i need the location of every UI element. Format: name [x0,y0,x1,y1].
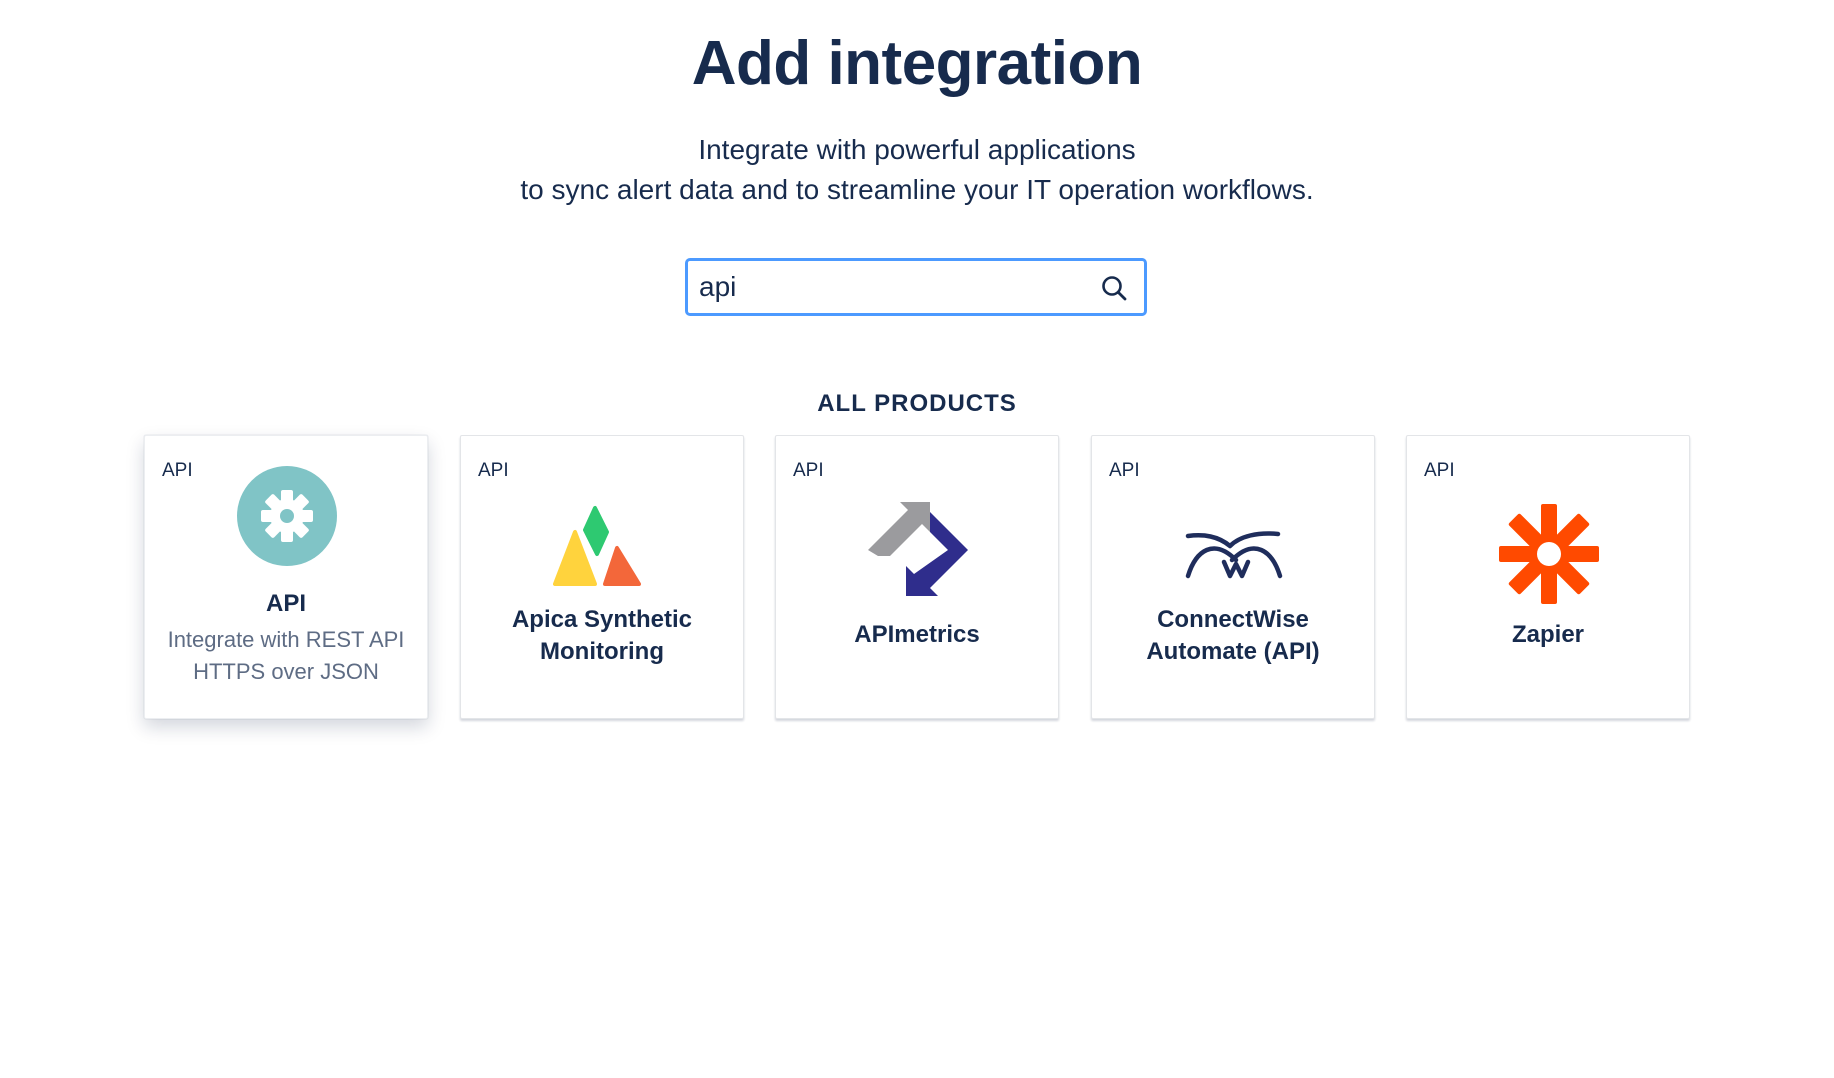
connectwise-logo-icon [1185,531,1283,579]
search-icon[interactable] [1100,274,1128,302]
apica-logo-icon [553,506,641,586]
card-tag: API [162,460,193,481]
card-name: Apica Synthetic Monitoring [511,606,693,665]
integration-card-apica[interactable]: API Apica Synthetic Monitoring [460,435,744,719]
card-tag: API [1109,460,1140,481]
integration-card-api[interactable]: API API Integrate with REST API HTTPS ov… [144,435,428,719]
integration-card-apimetrics[interactable]: API APImetrics [775,435,1059,719]
add-integration-page: Add integration Integrate with powerful … [0,0,1834,1078]
card-tag: API [478,460,509,481]
integration-card-zapier[interactable]: API Zapier [1406,435,1690,719]
subtitle-line-1: Integrate with powerful applications [698,134,1136,165]
search-box[interactable] [685,258,1147,316]
search-input[interactable] [688,261,1144,313]
card-description: Integrate with REST API HTTPS over JSON [167,627,405,684]
card-tag: API [1424,460,1455,481]
card-name: APImetrics [854,621,980,648]
card-name: Zapier [1511,621,1585,648]
page-subtitle: Integrate with powerful applications to … [0,130,1834,210]
card-tag: API [793,460,824,481]
card-name: ConnectWise Automate (API) [1146,606,1320,665]
zapier-logo-icon [1499,504,1599,604]
subtitle-line-2: to sync alert data and to streamline you… [520,174,1314,205]
card-name: API [265,590,306,617]
section-heading-all-products: ALL PRODUCTS [817,390,1017,417]
integration-card-connectwise[interactable]: API ConnectWise Automate (API) [1091,435,1375,719]
gear-icon [237,466,337,566]
page-title: Add integration [691,29,1143,98]
apimetrics-logo-icon [868,502,968,596]
